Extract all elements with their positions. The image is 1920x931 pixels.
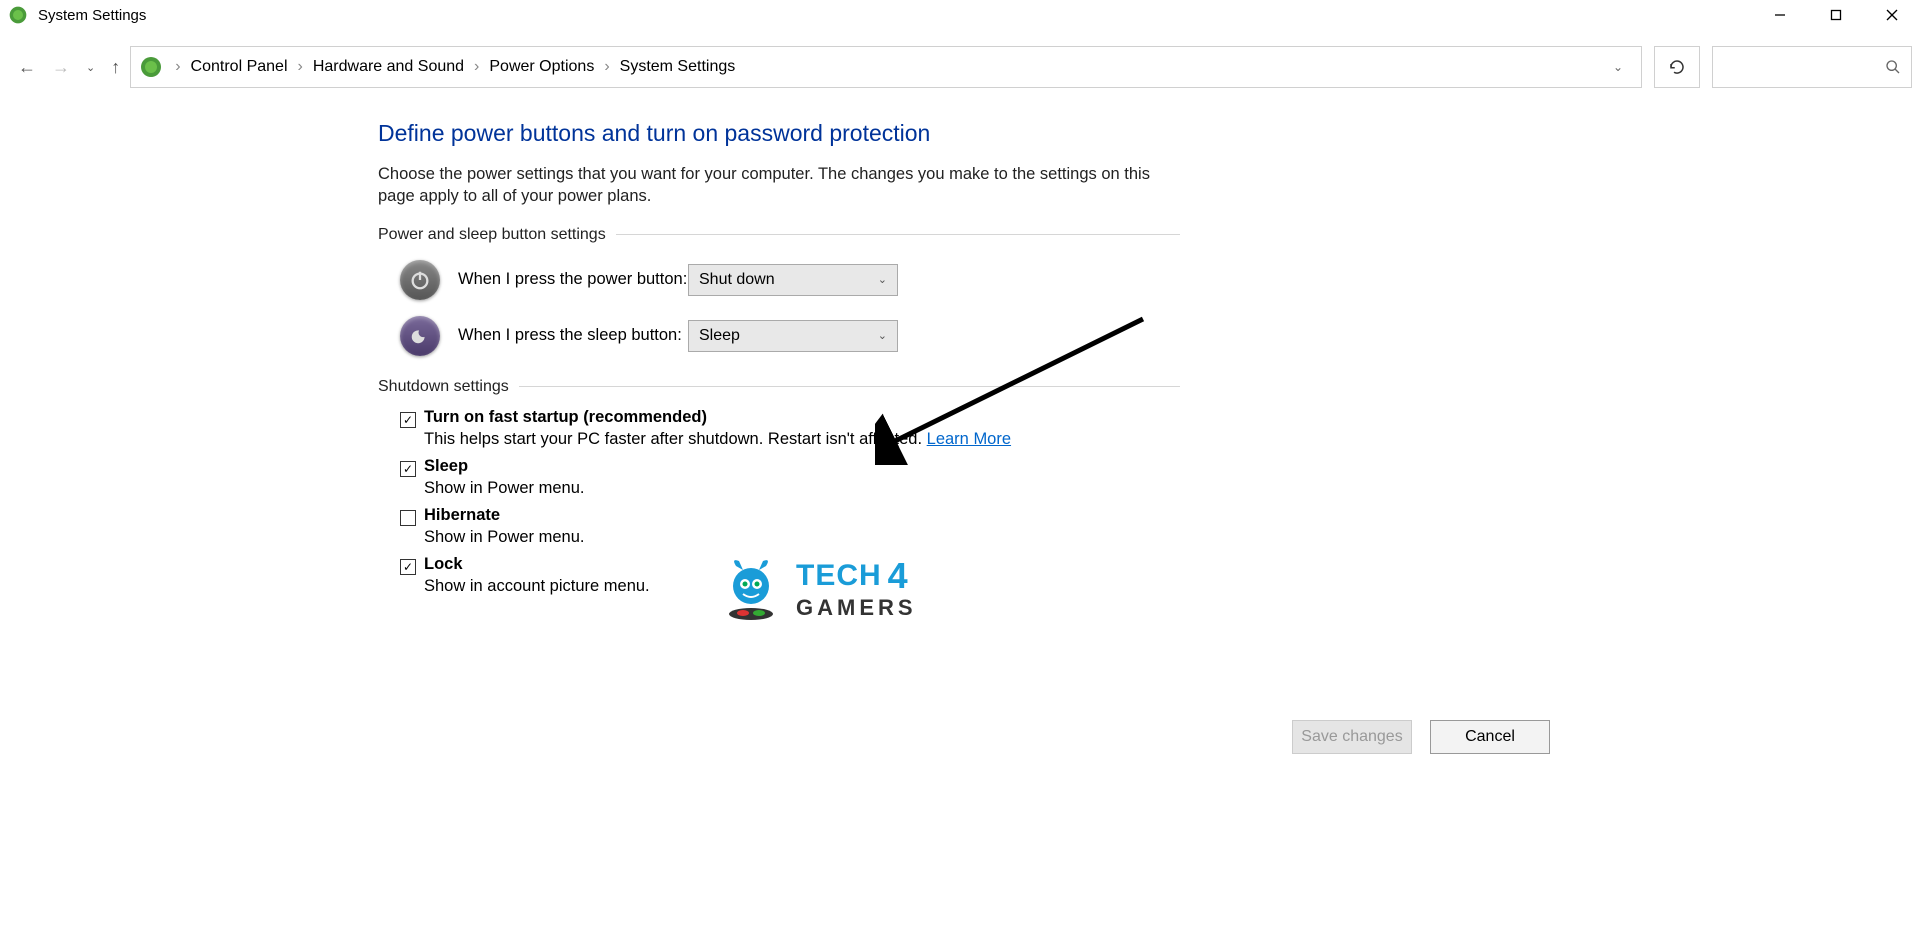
breadcrumb-root[interactable]: Control Panel [187, 58, 292, 76]
breadcrumb-hardware[interactable]: Hardware and Sound [309, 58, 468, 76]
chevron-right-icon: › [468, 58, 485, 76]
page-heading: Define power buttons and turn on passwor… [378, 120, 1180, 147]
hibernate-desc: Show in Power menu. [424, 528, 1180, 547]
power-button-value: Shut down [699, 271, 775, 289]
titlebar: System Settings [0, 0, 1920, 30]
minimize-button[interactable] [1752, 0, 1808, 30]
watermark-mascot-icon [720, 556, 782, 621]
sleep-button-value: Sleep [699, 327, 740, 345]
refresh-button[interactable] [1654, 46, 1700, 88]
sleep-row: ✓ Sleep Show in Power menu. [400, 457, 1180, 498]
nav-back-button[interactable]: ← [18, 57, 36, 78]
breadcrumb-power[interactable]: Power Options [485, 58, 598, 76]
sleep-label: Sleep [424, 457, 468, 476]
nav-recent-button[interactable]: ⌄ [86, 61, 95, 74]
sleep-icon [400, 316, 440, 356]
chevron-down-icon: ⌄ [878, 273, 887, 286]
titlebar-app-icon [8, 5, 28, 25]
breadcrumb: › Control Panel › Hardware and Sound › P… [169, 58, 1603, 76]
titlebar-controls [1752, 0, 1920, 30]
navbar: ← → ⌄ ↑ › Control Panel › Hardware and S… [0, 44, 1920, 90]
chevron-right-icon: › [169, 58, 186, 76]
save-changes-button[interactable]: Save changes [1292, 720, 1412, 754]
fast-startup-label: Turn on fast startup (recommended) [424, 408, 707, 427]
lock-checkbox[interactable]: ✓ [400, 559, 416, 575]
maximize-button[interactable] [1808, 0, 1864, 30]
section-label: Power and sleep button settings [378, 226, 606, 244]
power-button-label: When I press the power button: [458, 270, 688, 289]
sleep-checkbox[interactable]: ✓ [400, 461, 416, 477]
address-bar[interactable]: › Control Panel › Hardware and Sound › P… [130, 46, 1642, 88]
refresh-icon [1668, 58, 1686, 76]
power-button-dropdown[interactable]: Shut down ⌄ [688, 264, 898, 296]
nav-up-button[interactable]: ↑ [111, 57, 120, 78]
watermark-text: TECH 4 GAMERS [796, 555, 917, 621]
titlebar-text: System Settings [38, 7, 146, 24]
power-icon [400, 260, 440, 300]
chevron-right-icon: › [292, 58, 309, 76]
section-label: Shutdown settings [378, 378, 509, 396]
cancel-button[interactable]: Cancel [1430, 720, 1550, 754]
watermark-line2: GAMERS [796, 595, 917, 621]
address-dropdown-button[interactable]: ⌄ [1603, 60, 1633, 74]
fast-startup-checkbox[interactable]: ✓ [400, 412, 416, 428]
page-description: Choose the power settings that you want … [378, 163, 1178, 208]
fast-startup-desc: This helps start your PC faster after sh… [424, 430, 1180, 449]
nav-forward-button[interactable]: → [52, 57, 70, 78]
button-row: Save changes Cancel [1292, 720, 1550, 754]
section-divider [616, 234, 1180, 235]
sleep-button-dropdown[interactable]: Sleep ⌄ [688, 320, 898, 352]
chevron-down-icon: ⌄ [878, 329, 887, 342]
hibernate-label: Hibernate [424, 506, 500, 525]
section-power-sleep-header: Power and sleep button settings [378, 226, 1180, 244]
hibernate-checkbox[interactable] [400, 510, 416, 526]
fast-startup-row: ✓ Turn on fast startup (recommended) Thi… [400, 408, 1180, 449]
section-divider [519, 386, 1180, 387]
lock-label: Lock [424, 555, 463, 574]
search-input[interactable] [1712, 46, 1912, 88]
close-button[interactable] [1864, 0, 1920, 30]
content-panel: Define power buttons and turn on passwor… [0, 90, 1180, 596]
address-bar-icon [139, 55, 163, 79]
chevron-right-icon: › [598, 58, 615, 76]
sleep-desc: Show in Power menu. [424, 479, 1180, 498]
power-button-row: When I press the power button: Shut down… [400, 260, 1180, 300]
section-shutdown-header: Shutdown settings [378, 378, 1180, 396]
sleep-button-row: When I press the sleep button: Sleep ⌄ [400, 316, 1180, 356]
breadcrumb-current[interactable]: System Settings [616, 58, 740, 76]
maximize-icon [1830, 9, 1842, 21]
watermark-line1: TECH 4 [796, 555, 917, 597]
search-icon [1885, 59, 1901, 75]
hibernate-row: Hibernate Show in Power menu. [400, 506, 1180, 547]
minimize-icon [1774, 9, 1786, 21]
learn-more-link[interactable]: Learn More [927, 430, 1011, 448]
close-icon [1886, 9, 1898, 21]
nav-arrows: ← → ⌄ ↑ [8, 57, 130, 78]
sleep-button-label: When I press the sleep button: [458, 326, 688, 345]
watermark: TECH 4 GAMERS [720, 555, 917, 621]
